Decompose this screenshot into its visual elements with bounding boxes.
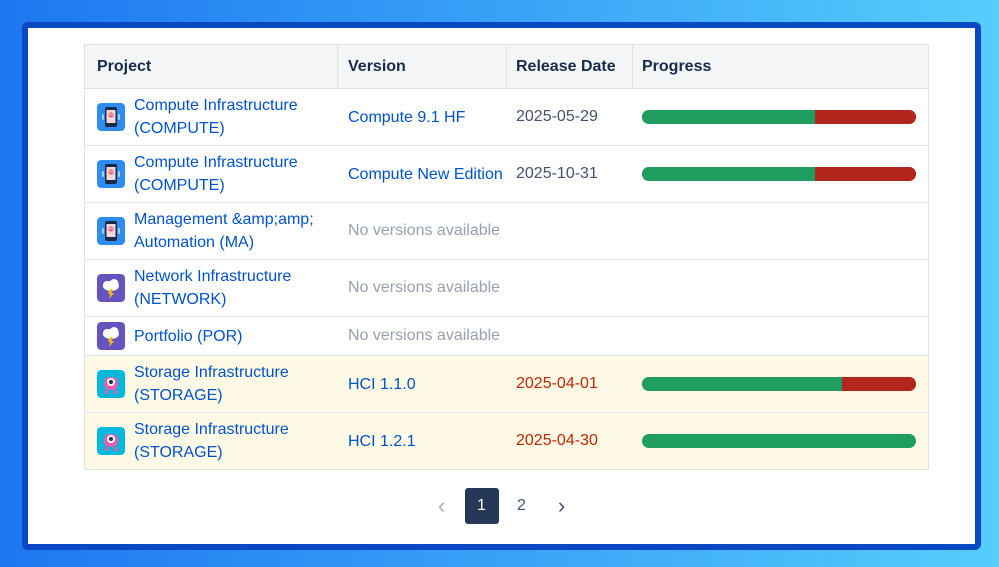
storm-cloud-icon bbox=[97, 322, 125, 350]
version-link[interactable]: Compute New Edition bbox=[348, 163, 503, 186]
progress-bar bbox=[642, 434, 916, 448]
project-link[interactable]: Management &amp;amp; Automation (MA) bbox=[134, 208, 338, 254]
phone-robot-icon bbox=[97, 217, 125, 245]
progress-bar bbox=[642, 167, 916, 181]
chevron-right-icon[interactable]: › bbox=[545, 488, 579, 524]
page-2-button[interactable]: 2 bbox=[505, 488, 539, 524]
release-date-cell bbox=[507, 317, 633, 355]
table-row: Compute Infrastructure (COMPUTE) Compute … bbox=[85, 89, 928, 146]
releases-table: Project Version Release Date Progress Co… bbox=[84, 44, 929, 470]
progress-bar-done bbox=[642, 167, 815, 181]
project-cell: Storage Infrastructure (STORAGE) bbox=[85, 356, 338, 412]
progress-bar-done bbox=[642, 110, 815, 124]
progress-bar-remaining bbox=[814, 110, 916, 124]
phone-robot-icon bbox=[97, 160, 125, 188]
project-link[interactable]: Portfolio (POR) bbox=[134, 325, 242, 348]
no-versions-text: No versions available bbox=[348, 279, 501, 296]
progress-cell bbox=[633, 260, 928, 316]
storm-cloud-icon bbox=[97, 274, 125, 302]
progress-cell bbox=[633, 89, 928, 145]
version-link[interactable]: HCI 1.1.0 bbox=[348, 373, 416, 396]
table-row: Network Infrastructure (NETWORK) No versi… bbox=[85, 260, 928, 317]
release-date: 2025-04-01 bbox=[516, 375, 598, 392]
header-progress[interactable]: Progress bbox=[633, 45, 928, 88]
header-release-date[interactable]: Release Date bbox=[507, 45, 633, 88]
project-link[interactable]: Network Infrastructure (NETWORK) bbox=[134, 265, 338, 311]
no-versions-text: No versions available bbox=[348, 222, 501, 239]
chevron-left-icon[interactable]: ‹ bbox=[425, 488, 459, 524]
table-row: Compute Infrastructure (COMPUTE) Compute … bbox=[85, 146, 928, 203]
progress-bar bbox=[642, 377, 916, 391]
table-row: Portfolio (POR) No versions available bbox=[85, 317, 928, 356]
table-header: Project Version Release Date Progress bbox=[85, 45, 928, 89]
project-link[interactable]: Storage Infrastructure (STORAGE) bbox=[134, 418, 338, 464]
progress-bar bbox=[642, 110, 916, 124]
progress-cell bbox=[633, 356, 928, 412]
release-date: 2025-05-29 bbox=[516, 108, 598, 125]
release-date-cell bbox=[507, 203, 633, 259]
page-1-button[interactable]: 1 bbox=[464, 488, 499, 524]
header-version[interactable]: Version bbox=[338, 45, 507, 88]
version-cell: No versions available bbox=[338, 203, 507, 259]
project-cell: Network Infrastructure (NETWORK) bbox=[85, 260, 338, 316]
project-cell: Storage Infrastructure (STORAGE) bbox=[85, 413, 338, 469]
release-date: 2025-04-30 bbox=[516, 432, 598, 449]
version-link[interactable]: Compute 9.1 HF bbox=[348, 106, 465, 129]
release-date: 2025-10-31 bbox=[516, 165, 598, 182]
progress-bar-done bbox=[642, 377, 843, 391]
progress-bar-remaining bbox=[814, 167, 916, 181]
release-date-cell: 2025-04-01 bbox=[507, 356, 633, 412]
release-date-cell: 2025-05-29 bbox=[507, 89, 633, 145]
release-date-cell: 2025-04-30 bbox=[507, 413, 633, 469]
project-cell: Compute Infrastructure (COMPUTE) bbox=[85, 146, 338, 202]
release-date-cell bbox=[507, 260, 633, 316]
version-cell: No versions available bbox=[338, 260, 507, 316]
table-row: Storage Infrastructure (STORAGE) HCI 1.1.… bbox=[85, 356, 928, 413]
cyclops-robot-icon bbox=[97, 427, 125, 455]
progress-cell bbox=[633, 146, 928, 202]
project-link[interactable]: Storage Infrastructure (STORAGE) bbox=[134, 361, 338, 407]
pagination: ‹ 1 2 › bbox=[28, 488, 975, 524]
progress-bar-done bbox=[642, 434, 916, 448]
project-cell: Compute Infrastructure (COMPUTE) bbox=[85, 89, 338, 145]
version-cell: HCI 1.2.1 bbox=[338, 413, 507, 469]
progress-cell bbox=[633, 317, 928, 355]
progress-cell bbox=[633, 203, 928, 259]
project-cell: Management &amp;amp; Automation (MA) bbox=[85, 203, 338, 259]
no-versions-text: No versions available bbox=[348, 327, 501, 344]
version-cell: Compute New Edition bbox=[338, 146, 507, 202]
phone-robot-icon bbox=[97, 103, 125, 131]
project-link[interactable]: Compute Infrastructure (COMPUTE) bbox=[134, 151, 338, 197]
release-date-cell: 2025-10-31 bbox=[507, 146, 633, 202]
version-cell: HCI 1.1.0 bbox=[338, 356, 507, 412]
version-cell: Compute 9.1 HF bbox=[338, 89, 507, 145]
version-cell: No versions available bbox=[338, 317, 507, 355]
version-link[interactable]: HCI 1.2.1 bbox=[348, 430, 416, 453]
table-row: Management &amp;amp; Automation (MA) No v… bbox=[85, 203, 928, 260]
content-frame: Project Version Release Date Progress Co… bbox=[22, 22, 981, 550]
progress-cell bbox=[633, 413, 928, 469]
header-project[interactable]: Project bbox=[85, 45, 338, 88]
progress-bar-remaining bbox=[842, 377, 916, 391]
table-row: Storage Infrastructure (STORAGE) HCI 1.2.… bbox=[85, 413, 928, 469]
project-link[interactable]: Compute Infrastructure (COMPUTE) bbox=[134, 94, 338, 140]
cyclops-robot-icon bbox=[97, 370, 125, 398]
project-cell: Portfolio (POR) bbox=[85, 317, 338, 355]
